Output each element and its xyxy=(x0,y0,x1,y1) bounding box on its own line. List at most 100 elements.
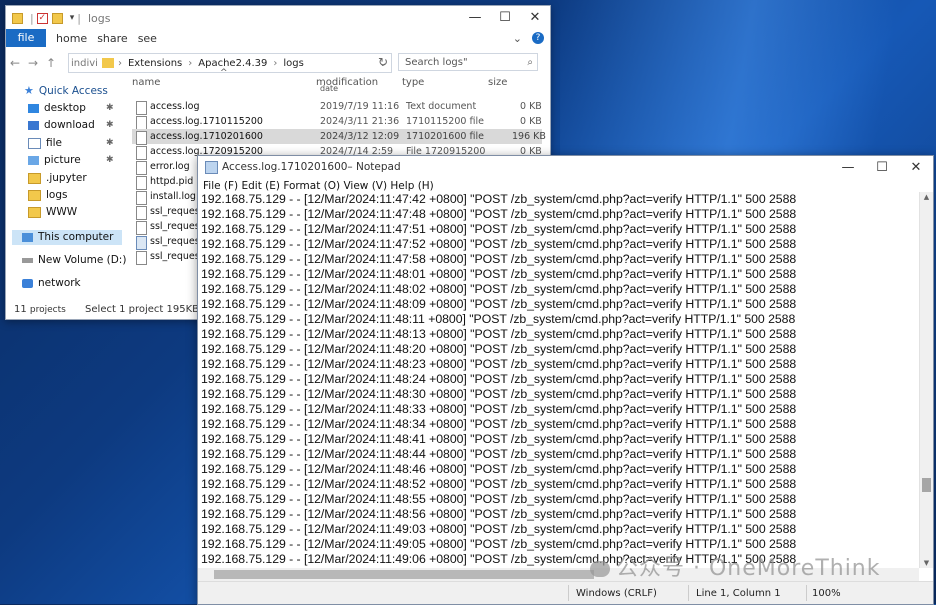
notepad-text-area[interactable]: 192.168.75.129 - - [12/Mar/2024:11:47:42… xyxy=(201,192,919,567)
log-line: 192.168.75.129 - - [12/Mar/2024:11:48:55… xyxy=(201,492,797,506)
sidebar-item-jupyter[interactable]: .jupyter xyxy=(28,172,87,184)
watermark-text: 公众号 · OneMoreThink xyxy=(616,556,881,581)
scrollbar-thumb[interactable] xyxy=(922,478,931,492)
close-button[interactable]: ✕ xyxy=(520,7,550,29)
file-row[interactable]: access.log 2019/7/19 11:16 Text document… xyxy=(132,99,542,115)
folder-icon xyxy=(28,189,41,201)
scroll-up-icon[interactable]: ▲ xyxy=(920,193,933,201)
pin-icon[interactable]: ✱ xyxy=(106,120,114,130)
pin-icon[interactable]: ✱ xyxy=(106,155,114,165)
ribbon-tab-file[interactable]: file xyxy=(6,29,46,47)
item-count: 11 xyxy=(14,304,27,315)
computer-icon xyxy=(22,232,33,242)
column-header-size[interactable]: size xyxy=(488,77,507,88)
status-divider xyxy=(568,585,569,601)
back-arrow-icon[interactable]: ← xyxy=(6,56,24,70)
folder-icon xyxy=(28,172,41,184)
address-ghost-text: indivi xyxy=(71,57,98,69)
column-header-name[interactable]: name xyxy=(132,77,160,88)
scrollbar-thumb[interactable] xyxy=(214,570,594,579)
vertical-scrollbar[interactable]: ▲ ▼ xyxy=(919,192,933,568)
sidebar-item-label: file xyxy=(46,137,62,149)
file-size: 196 KB xyxy=(512,131,546,142)
sidebar-item-label: network xyxy=(38,277,81,289)
log-line: 192.168.75.129 - - [12/Mar/2024:11:48:11… xyxy=(201,312,796,326)
breadcrumb-logs[interactable]: logs xyxy=(283,58,303,69)
log-line: 192.168.75.129 - - [12/Mar/2024:11:49:03… xyxy=(201,522,797,536)
sidebar-item-picture[interactable]: picture xyxy=(28,154,81,166)
file-date: 2019/7/19 11:16 xyxy=(320,101,400,112)
address-bar[interactable]: indivi › Extensions › Apache2.4.39 › log… xyxy=(68,53,392,73)
selection-info: Select 1 project 195KB xyxy=(85,304,200,315)
breadcrumb-apache[interactable]: Apache2.4.39 xyxy=(198,58,267,69)
breadcrumb-separator: › xyxy=(273,57,278,69)
watermark: 公众号 · OneMoreThink xyxy=(590,550,881,582)
ribbon-tab-share[interactable]: share xyxy=(97,32,128,45)
pin-icon[interactable]: ✱ xyxy=(106,103,114,113)
notepad-title-bar: Access.log.1710201600– Notepad — ☐ ✕ xyxy=(198,156,933,178)
drive-icon xyxy=(22,257,33,263)
sidebar-item-network[interactable]: network xyxy=(22,277,81,289)
sort-indicator-icon: ^ xyxy=(220,68,228,78)
column-header-type[interactable]: type xyxy=(402,77,424,88)
properties-check-icon[interactable]: ✓ xyxy=(36,12,48,24)
forward-arrow-icon[interactable]: → xyxy=(24,56,42,70)
cursor-position: Line 1, Column 1 xyxy=(696,588,781,599)
log-line: 192.168.75.129 - - [12/Mar/2024:11:48:23… xyxy=(201,357,797,371)
notepad-title: Access.log.1710201600– Notepad xyxy=(222,161,401,173)
file-list-header: ^ name modification date type size xyxy=(132,68,542,93)
explorer-title-bar: | ✓ ▾ | logs — ☐ ✕ xyxy=(6,6,550,30)
file-type: 1710201600 file xyxy=(406,131,484,142)
breadcrumb-extensions[interactable]: Extensions xyxy=(128,58,182,69)
sidebar-item-label: This computer xyxy=(38,231,114,243)
pin-icon[interactable]: ✱ xyxy=(106,138,114,148)
file-name: access.log xyxy=(150,101,200,112)
sidebar-item-this-computer[interactable]: This computer xyxy=(22,231,113,243)
ribbon-tab-home[interactable]: home xyxy=(56,32,87,45)
zoom-level: 100% xyxy=(812,588,841,599)
sidebar-item-logs[interactable]: logs xyxy=(28,189,67,201)
network-icon xyxy=(22,278,33,288)
sidebar-item-file[interactable]: file xyxy=(28,137,62,149)
chevron-down-icon[interactable]: ▾ xyxy=(70,13,75,23)
column-header-date: date xyxy=(320,84,339,93)
search-icon[interactable]: ⌕ xyxy=(527,54,533,72)
status-divider xyxy=(806,585,807,601)
minimize-button[interactable]: — xyxy=(831,160,865,175)
minimize-button[interactable]: — xyxy=(460,7,490,29)
log-line: 192.168.75.129 - - [12/Mar/2024:11:47:42… xyxy=(201,192,797,206)
sidebar-item-label: New Volume (D:) xyxy=(38,254,127,266)
title-separator: | xyxy=(30,11,34,25)
refresh-icon[interactable]: ↻ xyxy=(378,55,388,69)
maximize-button[interactable]: ☐ xyxy=(490,7,520,29)
ribbon-tab-see[interactable]: see xyxy=(138,32,157,45)
log-line: 192.168.75.129 - - [12/Mar/2024:11:48:41… xyxy=(201,432,797,446)
sidebar-item-quick-access[interactable]: ★ Quick Access xyxy=(24,84,108,97)
navigation-pane: ★ Quick Access desktop ✱ download ✱ file… xyxy=(6,78,130,298)
file-name: error.log xyxy=(150,161,190,172)
search-placeholder: Search logs" xyxy=(405,57,468,68)
new-folder-icon[interactable] xyxy=(51,12,63,24)
maximize-button[interactable]: ☐ xyxy=(865,160,899,175)
title-separator-2: | xyxy=(77,11,81,25)
log-line: 192.168.75.129 - - [12/Mar/2024:11:48:44… xyxy=(201,447,797,461)
scroll-down-icon[interactable]: ▼ xyxy=(920,559,933,567)
file-icon xyxy=(136,206,147,220)
help-icon[interactable]: ? xyxy=(532,32,544,44)
up-arrow-icon[interactable]: ↑ xyxy=(42,56,60,70)
file-row-selected[interactable]: access.log.1710201600 2024/3/12 12:09 17… xyxy=(132,129,546,145)
close-button[interactable]: ✕ xyxy=(899,160,933,175)
ribbon-expand-icon[interactable]: ⌄ xyxy=(513,32,522,45)
file-icon xyxy=(136,116,147,130)
star-icon: ★ xyxy=(24,84,34,97)
log-line: 192.168.75.129 - - [12/Mar/2024:11:48:02… xyxy=(201,282,797,296)
file-icon xyxy=(136,251,147,265)
explorer-ribbon: file home share see ⌄ ? xyxy=(6,29,550,47)
search-input[interactable]: Search logs" ⌕ xyxy=(398,53,538,71)
sidebar-item-new-volume[interactable]: New Volume (D:) xyxy=(22,254,126,266)
file-name: access.log.1710201600 xyxy=(150,131,263,142)
sidebar-item-www[interactable]: WWW xyxy=(28,206,77,218)
file-row[interactable]: access.log.1710115200 2024/3/11 21:36 17… xyxy=(132,114,542,130)
sidebar-item-download[interactable]: download xyxy=(28,119,95,131)
sidebar-item-desktop[interactable]: desktop xyxy=(28,102,86,114)
